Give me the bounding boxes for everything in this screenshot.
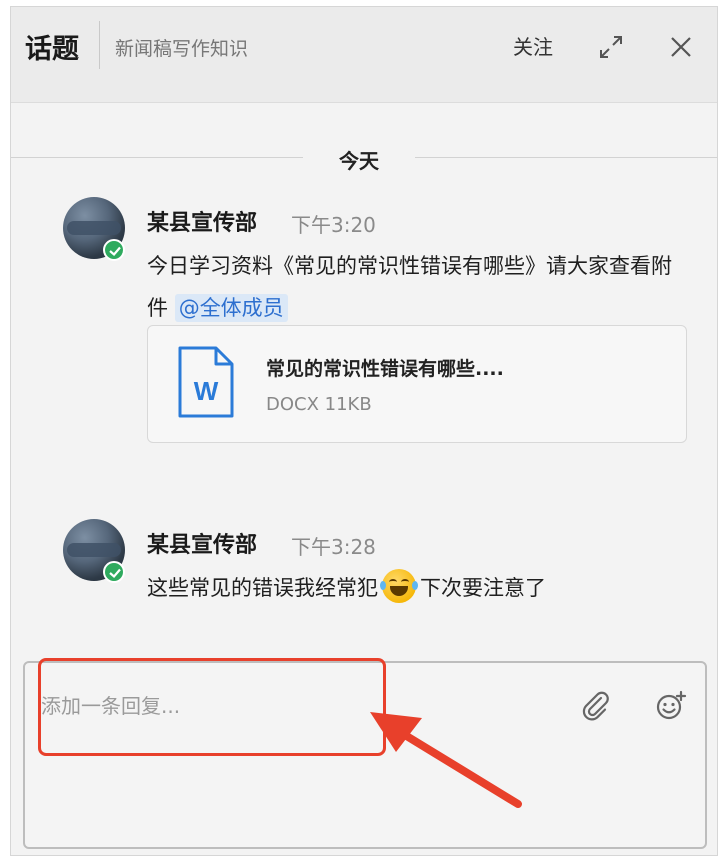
date-divider-line-right [415, 157, 717, 158]
avatar[interactable] [63, 519, 125, 583]
file-name: 常见的常识性错误有哪些.... [266, 358, 504, 380]
panel-title: 话题 [25, 34, 79, 65]
follow-button[interactable]: 关注 [513, 31, 553, 60]
panel-header: 话题 新闻稿写作知识 关注 [11, 7, 717, 103]
check-badge-icon [103, 239, 125, 261]
topic-panel: 话题 新闻稿写作知识 关注 今天 某县宣传部 下午3:20 今日学习资料《常见的… [10, 6, 718, 856]
avatar-image-detail [67, 221, 121, 235]
date-divider-line-left [11, 157, 303, 158]
word-doc-icon: W [176, 344, 236, 424]
panel-subtitle: 新闻稿写作知识 [115, 38, 249, 60]
header-separator [99, 21, 100, 69]
message-time: 下午3:20 [291, 213, 376, 237]
sender-name[interactable]: 某县宣传部 [147, 205, 257, 237]
avatar-image-detail [67, 543, 121, 557]
close-icon[interactable] [667, 33, 695, 61]
reply-box [23, 661, 707, 849]
message-time: 下午3:28 [291, 535, 376, 559]
message-body-before: 这些常见的错误我经常犯 [147, 576, 378, 600]
paperclip-icon[interactable] [579, 689, 613, 723]
check-badge-icon [103, 561, 125, 583]
sender-name[interactable]: 某县宣传部 [147, 527, 257, 559]
message-text: 这些常见的错误我经常犯 下次要注意了 [147, 567, 687, 609]
file-meta: DOCX 11KB [266, 394, 372, 415]
file-attachment-card[interactable]: W 常见的常识性错误有哪些.... DOCX 11KB [147, 325, 687, 443]
file-icon-letter: W [194, 376, 219, 406]
mention-all-link[interactable]: @全体成员 [174, 294, 288, 322]
message-body-after: 下次要注意了 [420, 576, 546, 600]
avatar[interactable] [63, 197, 125, 261]
reply-input[interactable] [39, 683, 543, 729]
expand-icon[interactable] [597, 33, 625, 61]
message-text: 今日学习资料《常见的常识性错误有哪些》请大家查看附件 @全体成员 [147, 245, 687, 329]
smiley-add-icon[interactable] [653, 689, 687, 723]
laughing-tears-emoji-icon [380, 569, 418, 603]
date-divider-label: 今天 [339, 149, 379, 173]
